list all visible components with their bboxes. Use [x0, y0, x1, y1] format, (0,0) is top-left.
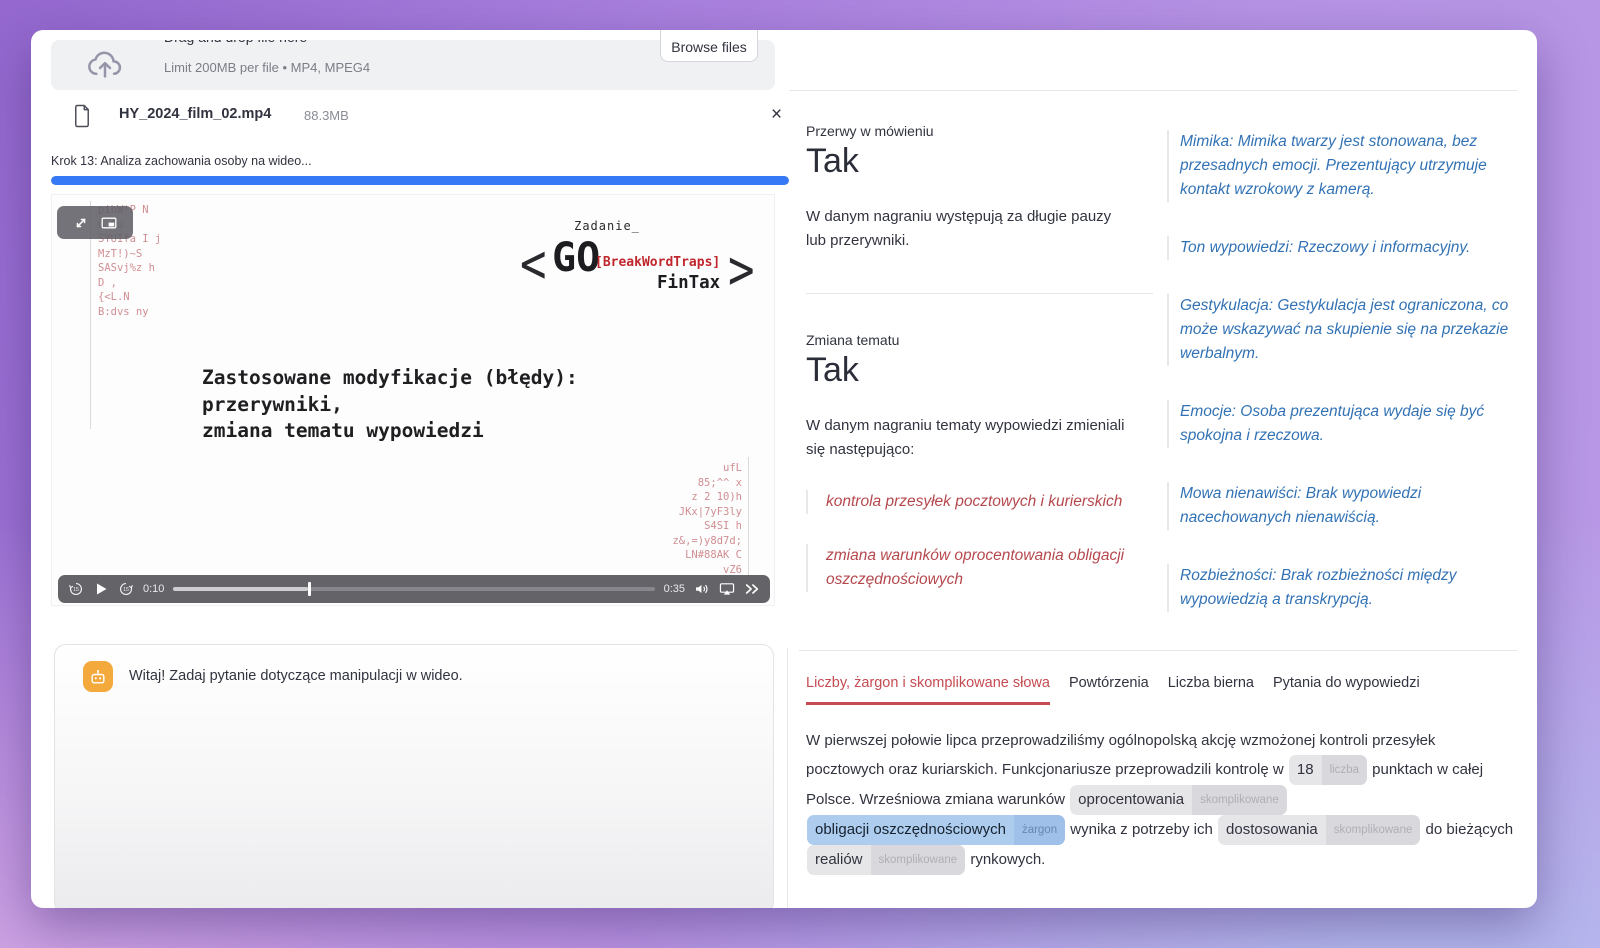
logo-left-bracket: < [520, 233, 547, 297]
annotation-chip-jargon: obligacji oszczędnościowychżargon [807, 815, 1065, 845]
seek-handle[interactable] [308, 582, 311, 596]
annotated-transcript: W pierwszej połowie lipca przeprowadzili… [806, 727, 1514, 875]
app-window: Drag and drop file here Limit 200MB per … [31, 30, 1537, 908]
seek-bar[interactable] [173, 587, 654, 591]
analysis-tabs: Liczby, żargon i skomplikowane słowa Pow… [806, 675, 1420, 705]
metric-label-pauses: Przerwy w mówieniu [806, 123, 934, 139]
tabs-divider [799, 650, 1517, 651]
metric-desc-topic-change: W danym nagraniu tematy wypowiedzi zmien… [806, 414, 1141, 462]
logo-right-bracket: > [728, 239, 755, 303]
column-divider [787, 648, 788, 908]
picture-in-picture-icon[interactable] [101, 215, 117, 231]
transcript-text: rynkowych. [966, 851, 1045, 868]
progress-step-label: Krok 13: Analiza zachowania osoby na wid… [51, 154, 312, 168]
metric-value-pauses: Tak [806, 142, 859, 181]
dropzone-limit-text: Limit 200MB per file • MP4, MPEG4 [164, 60, 370, 75]
video-player[interactable]: pihW*P N G ^u SYUIfa I j MzT!)~S SASvj%z… [51, 194, 775, 606]
annotation-chip-complicated: dostosowaniaskomplikowane [1218, 815, 1420, 845]
volume-icon[interactable] [694, 581, 710, 597]
browse-files-button[interactable]: Browse files [660, 30, 758, 62]
slide-right-rule [748, 457, 749, 579]
step-progress-bar [51, 176, 789, 185]
seek-fill [173, 587, 308, 591]
transcript-text: do bieżących [1421, 821, 1513, 838]
observation-quote: Gestykulacja: Gestykulacja jest ogranicz… [1167, 294, 1519, 366]
transcript-text: wynika z potrzeby ich [1066, 821, 1217, 838]
chat-panel: Witaj! Zadaj pytanie dotyczące manipulac… [54, 644, 774, 908]
logo-breakwordtraps-text: [BreakWordTraps] [595, 255, 720, 270]
current-time: 0:10 [143, 583, 164, 595]
observation-quote: Ton wypowiedzi: Rzeczowy i informacyjny. [1167, 236, 1519, 260]
annotation-chip-complicated: realiówskomplikowane [807, 845, 965, 875]
metric-desc-pauses: W danym nagraniu występują za długie pau… [806, 205, 1131, 253]
topic-list: kontrola przesyłek pocztowych i kuriersk… [806, 490, 1136, 592]
video-overlay-toolbar [57, 206, 133, 239]
play-icon[interactable] [93, 581, 109, 597]
metric-label-topic-change: Zmiana tematu [806, 332, 899, 348]
svg-text:15: 15 [123, 587, 129, 593]
chat-welcome-message: Witaj! Zadaj pytanie dotyczące manipulac… [129, 668, 463, 684]
section-divider-mid [806, 293, 1153, 294]
fullscreen-icon[interactable] [73, 215, 89, 231]
file-document-icon [71, 102, 93, 130]
dropzone-title: Drag and drop file here [164, 40, 307, 45]
upload-cloud-icon [85, 42, 125, 84]
slide-task-label: Zadanie_ [547, 219, 667, 233]
rewind-15-icon[interactable]: 15 [68, 581, 84, 597]
double-chevron-icon[interactable] [744, 581, 760, 597]
file-name: HY_2024_film_02.mp4 [119, 106, 271, 122]
uploaded-file-row: HY_2024_film_02.mp4 88.3MB × [71, 102, 771, 134]
video-controls-bar: 15 15 0:10 0:35 [58, 575, 770, 603]
observation-quote: Emocje: Osoba prezentująca wydaje się by… [1167, 400, 1519, 448]
topic-quote: kontrola przesyłek pocztowych i kuriersk… [806, 490, 1136, 514]
observation-quote: Mimika: Mimika twarzy jest stonowana, be… [1167, 130, 1519, 202]
slide-title-text: Zastosowane modyfikacje (błędy): przeryw… [202, 365, 578, 445]
glitch-text-right: ufL 85;^^ x z 2 10)h JKx|7yF3ly S4SI h z… [672, 461, 742, 577]
logo-go-text: GO [552, 235, 600, 281]
tab-repetitions[interactable]: Powtórzenia [1069, 675, 1149, 705]
annotation-chip-number: 18liczba [1289, 755, 1367, 785]
tab-numbers-jargon[interactable]: Liczby, żargon i skomplikowane słowa [806, 675, 1050, 705]
file-size: 88.3MB [304, 108, 349, 123]
svg-text:15: 15 [73, 587, 79, 593]
observation-quote: Mowa nienawiści: Brak wypowiedzi nacecho… [1167, 482, 1519, 530]
tab-passive-voice[interactable]: Liczba bierna [1168, 675, 1254, 705]
assistant-robot-avatar [83, 661, 113, 692]
observation-list: Mimika: Mimika twarzy jest stonowana, be… [1167, 130, 1519, 612]
duration-time: 0:35 [664, 583, 685, 595]
topic-quote: zmiana warunków oprocentowania obligacji… [806, 544, 1136, 592]
metric-value-topic-change: Tak [806, 351, 859, 390]
annotation-chip-complicated: oprocentowaniaskomplikowane [1070, 785, 1287, 815]
remove-file-icon[interactable]: × [771, 102, 782, 128]
tab-questions[interactable]: Pytania do wypowiedzi [1273, 675, 1420, 705]
airplay-icon[interactable] [719, 581, 735, 597]
forward-15-icon[interactable]: 15 [118, 581, 134, 597]
logo-fintax-text: FinTax [657, 273, 720, 293]
observation-quote: Rozbieżności: Brak rozbieżności między w… [1167, 564, 1519, 612]
step-progress-fill [51, 176, 789, 185]
section-divider-top [789, 90, 1517, 91]
